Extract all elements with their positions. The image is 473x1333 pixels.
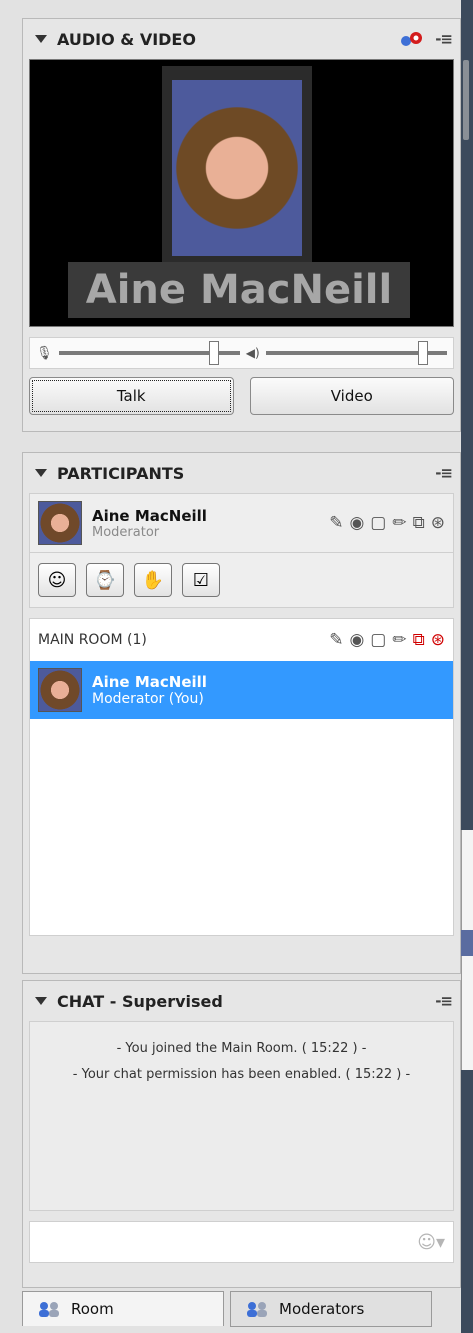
av-button-row: Talk Video: [29, 377, 454, 415]
my-status-card: Aine MacNeill Moderator ✎ ◉ ▢ ✏ ⧉ ⊛ ☺ ⌚ …: [29, 493, 454, 608]
whiteboard-permission-icon[interactable]: ✏: [392, 513, 406, 533]
tab-moderators[interactable]: Moderators: [230, 1291, 432, 1327]
chat-panel: CHAT - Supervised -≡ - You joined the Ma…: [22, 980, 461, 1288]
my-role: Moderator: [92, 524, 160, 540]
away-icon: ⌚: [93, 569, 117, 591]
application-share-permission-icon[interactable]: ⧉: [413, 513, 425, 533]
avatar: [38, 501, 82, 545]
people-icon: [245, 1301, 271, 1317]
emoticon-picker-icon[interactable]: ☺▾: [417, 1232, 445, 1253]
main-room-list: MAIN ROOM (1) ✎ ◉ ▢ ✏ ⧉ ⊛ Aine MacNeill …: [29, 618, 454, 936]
audio-permission-icon[interactable]: ✎: [329, 630, 343, 650]
chat-message: - You joined the Main Room. ( 15:22 ) -: [116, 1041, 367, 1056]
scroll-thumb[interactable]: [463, 60, 469, 140]
away-button[interactable]: ⌚: [86, 563, 124, 597]
talk-button[interactable]: Talk: [29, 377, 234, 415]
audio-video-panel: AUDIO & VIDEO -≡ Aine MacNeill 🎙 ◀) Talk…: [22, 18, 461, 432]
hand-icon: ✋: [141, 569, 165, 591]
panel-menu-icon[interactable]: -≡: [435, 30, 453, 48]
collapse-triangle-icon[interactable]: [35, 35, 47, 43]
web-tour-denied-icon[interactable]: ⊛: [431, 630, 445, 650]
audio-video-title: AUDIO & VIDEO: [57, 29, 196, 49]
participants-panel: PARTICIPANTS -≡ Aine MacNeill Moderator …: [22, 452, 461, 974]
collaborate-app: AUDIO & VIDEO -≡ Aine MacNeill 🎙 ◀) Talk…: [0, 0, 473, 1333]
raise-hand-button[interactable]: ✋: [134, 563, 172, 597]
chat-permission-icon[interactable]: ▢: [370, 630, 386, 650]
microphone-icon: 🎙: [36, 345, 53, 361]
smiley-icon: ☺: [47, 569, 67, 591]
checkbox-icon: ☑: [192, 569, 210, 591]
chat-history[interactable]: - You joined the Main Room. ( 15:22 ) - …: [29, 1021, 454, 1211]
video-frame: [162, 66, 312, 262]
tab-moderators-label: Moderators: [279, 1300, 365, 1318]
participants-title: PARTICIPANTS: [57, 463, 185, 483]
main-room-label: MAIN ROOM (1): [38, 632, 147, 648]
people-icon: [37, 1301, 63, 1317]
my-name: Aine MacNeill: [92, 506, 207, 525]
chat-title: CHAT - Supervised: [57, 991, 223, 1011]
participant-name: Aine MacNeill: [92, 673, 207, 691]
my-permission-icons: ✎ ◉ ▢ ✏ ⧉ ⊛: [329, 513, 445, 533]
microphone-volume-slider[interactable]: [58, 341, 240, 365]
web-tour-permission-icon[interactable]: ⊛: [431, 513, 445, 533]
speaker-icon: ◀): [245, 346, 260, 360]
tab-room[interactable]: Room: [22, 1291, 224, 1326]
speaker-volume-slider[interactable]: [265, 341, 447, 365]
volume-sliders: 🎙 ◀): [29, 337, 454, 369]
whiteboard-permission-icon[interactable]: ✏: [392, 630, 406, 650]
chat-message: - Your chat permission has been enabled.…: [72, 1067, 411, 1082]
chat-input[interactable]: ☺▾: [29, 1221, 454, 1263]
video-permission-icon[interactable]: ◉: [349, 630, 364, 650]
participant-role: Moderator (You): [92, 691, 204, 707]
video-button[interactable]: Video: [249, 377, 454, 415]
audio-video-header[interactable]: AUDIO & VIDEO -≡: [23, 19, 460, 59]
status-tool-row: ☺ ⌚ ✋ ☑: [30, 552, 453, 607]
poll-button[interactable]: ☑: [182, 563, 220, 597]
participants-header[interactable]: PARTICIPANTS -≡: [23, 453, 460, 493]
collapse-triangle-icon[interactable]: [35, 997, 47, 1005]
list-item[interactable]: Aine MacNeill Moderator (You): [30, 661, 453, 719]
room-permission-icons: ✎ ◉ ▢ ✏ ⧉ ⊛: [329, 630, 445, 650]
av-settings-icon[interactable]: [399, 29, 425, 49]
application-share-denied-icon[interactable]: ⧉: [413, 630, 425, 650]
right-scrollbar[interactable]: [461, 0, 473, 1333]
panel-menu-icon[interactable]: -≡: [435, 464, 453, 482]
chat-permission-icon[interactable]: ▢: [370, 513, 386, 533]
microphone-slider-thumb[interactable]: [208, 341, 219, 365]
emoticon-button[interactable]: ☺: [38, 563, 76, 597]
video-display: Aine MacNeill: [29, 59, 454, 327]
chat-tabs: Room Moderators: [22, 1291, 459, 1327]
panel-menu-icon[interactable]: -≡: [435, 992, 453, 1010]
speaker-slider-thumb[interactable]: [417, 341, 428, 365]
tab-room-label: Room: [71, 1300, 114, 1318]
collapse-triangle-icon[interactable]: [35, 469, 47, 477]
my-participant-row[interactable]: Aine MacNeill Moderator ✎ ◉ ▢ ✏ ⧉ ⊛: [30, 494, 453, 552]
avatar: [38, 668, 82, 712]
audio-permission-icon[interactable]: ✎: [329, 513, 343, 533]
video-permission-icon[interactable]: ◉: [349, 513, 364, 533]
main-room-header: MAIN ROOM (1) ✎ ◉ ▢ ✏ ⧉ ⊛: [30, 619, 453, 661]
speaker-video-image: [172, 80, 302, 256]
chat-header[interactable]: CHAT - Supervised -≡: [23, 981, 460, 1021]
speaker-name-overlay: Aine MacNeill: [68, 262, 410, 318]
side-panel-tab[interactable]: [461, 930, 473, 956]
